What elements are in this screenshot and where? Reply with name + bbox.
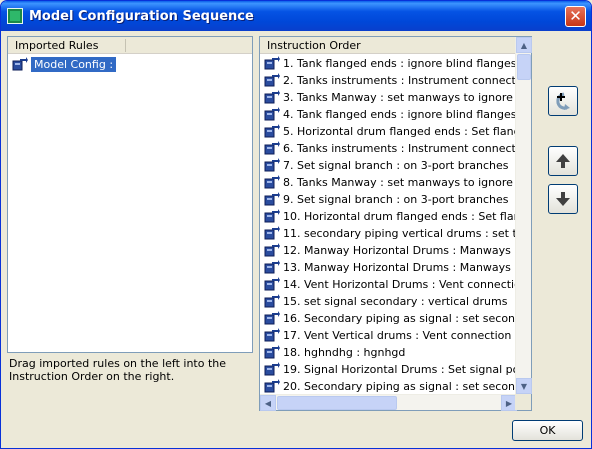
instruction-order-header-label: Instruction Order bbox=[267, 39, 361, 52]
arrow-down-icon bbox=[556, 192, 570, 206]
column-separator bbox=[125, 39, 126, 52]
rule-icon bbox=[264, 90, 280, 104]
window-title: Model Configuration Sequence bbox=[29, 8, 254, 24]
rule-icon bbox=[264, 192, 280, 206]
instruction-label: 15. set signal secondary : vertical drum… bbox=[283, 295, 508, 308]
instruction-list-item[interactable]: 2. Tanks instruments : Instrument connec… bbox=[260, 72, 517, 89]
instruction-list-item[interactable]: 1. Tank flanged ends : ignore blind flan… bbox=[260, 55, 517, 72]
instruction-list-item[interactable]: 19. Signal Horizontal Drums : Set signal… bbox=[260, 361, 517, 378]
instruction-label: 5. Horizontal drum flanged ends : Set fl… bbox=[283, 125, 517, 138]
instruction-list-item[interactable]: 7. Set signal branch : on 3-port branche… bbox=[260, 157, 517, 174]
rule-icon bbox=[12, 57, 28, 71]
instruction-label: 9. Set signal branch : on 3-port branche… bbox=[283, 193, 509, 206]
scroll-left-button[interactable]: ◀ bbox=[260, 395, 276, 411]
instruction-label: 17. Vent Vertical drums : Vent connectio… bbox=[283, 329, 517, 342]
ok-button[interactable]: OK bbox=[512, 420, 583, 441]
horizontal-scroll-thumb[interactable] bbox=[277, 396, 397, 410]
instruction-list-item[interactable]: 20. Secondary piping as signal : set sec… bbox=[260, 378, 517, 394]
instruction-label: 6. Tanks instruments : Instrument connec… bbox=[283, 142, 517, 155]
rule-icon bbox=[264, 73, 280, 87]
imported-rules-header[interactable]: Imported Rules bbox=[8, 37, 252, 54]
imported-rule-label: Model Config : bbox=[31, 57, 117, 72]
drag-hint-text: Drag imported rules on the left into the… bbox=[9, 357, 227, 383]
scroll-down-button[interactable]: ▼ bbox=[516, 378, 532, 394]
rule-icon bbox=[264, 243, 280, 257]
title-bar[interactable]: Model Configuration Sequence ✕ bbox=[1, 1, 591, 31]
dialog-window: Model Configuration Sequence ✕ Imported … bbox=[0, 0, 592, 449]
instruction-list-item[interactable]: 15. set signal secondary : vertical drum… bbox=[260, 293, 517, 310]
instruction-label: 8. Tanks Manway : set manways to ignore bbox=[283, 176, 513, 189]
add-rule-icon bbox=[556, 92, 570, 110]
rule-icon bbox=[264, 124, 280, 138]
vertical-scroll-thumb[interactable] bbox=[517, 54, 531, 80]
rule-icon bbox=[264, 141, 280, 155]
instruction-order-header[interactable]: Instruction Order bbox=[260, 37, 515, 54]
instruction-list-item[interactable]: 8. Tanks Manway : set manways to ignore bbox=[260, 174, 517, 191]
instruction-list-item[interactable]: 16. Secondary piping as signal : set sec… bbox=[260, 310, 517, 327]
instruction-list-item[interactable]: 13. Manway Horizontal Drums : Manways ar… bbox=[260, 259, 517, 276]
instruction-label: 3. Tanks Manway : set manways to ignore bbox=[283, 91, 513, 104]
rule-icon bbox=[264, 158, 280, 172]
rule-icon bbox=[264, 175, 280, 189]
move-down-button[interactable] bbox=[548, 184, 578, 214]
rule-icon bbox=[264, 345, 280, 359]
rule-icon bbox=[264, 379, 280, 393]
instruction-label: 16. Secondary piping as signal : set sec… bbox=[283, 312, 517, 325]
add-rule-button[interactable] bbox=[548, 86, 578, 116]
rule-icon bbox=[264, 107, 280, 121]
instruction-label: 1. Tank flanged ends : ignore blind flan… bbox=[283, 57, 517, 70]
imported-rule-item[interactable]: Model Config : bbox=[12, 56, 117, 73]
instruction-list-item[interactable]: 9. Set signal branch : on 3-port branche… bbox=[260, 191, 517, 208]
vertical-scrollbar[interactable]: ▲ ▼ bbox=[515, 37, 532, 394]
rule-icon bbox=[264, 294, 280, 308]
app-icon bbox=[7, 8, 23, 24]
rule-icon bbox=[264, 328, 280, 342]
instruction-label: 2. Tanks instruments : Instrument connec… bbox=[283, 74, 517, 87]
instruction-list-item[interactable]: 11. secondary piping vertical drums : se… bbox=[260, 225, 517, 242]
instruction-label: 20. Secondary piping as signal : set sec… bbox=[283, 380, 517, 393]
instruction-label: 19. Signal Horizontal Drums : Set signal… bbox=[283, 363, 517, 376]
scroll-up-button[interactable]: ▲ bbox=[516, 37, 532, 53]
rule-icon bbox=[264, 226, 280, 240]
scroll-corner bbox=[515, 394, 531, 410]
instruction-list-item[interactable]: 10. Horizontal drum flanged ends : Set f… bbox=[260, 208, 517, 225]
instruction-list[interactable]: 1. Tank flanged ends : ignore blind flan… bbox=[260, 55, 517, 394]
instruction-label: 4. Tank flanged ends : ignore blind flan… bbox=[283, 108, 517, 121]
rule-icon bbox=[264, 277, 280, 291]
close-button[interactable]: ✕ bbox=[565, 6, 586, 27]
instruction-label: 18. hghndhg : hgnhgd bbox=[283, 346, 406, 359]
instruction-list-item[interactable]: 4. Tank flanged ends : ignore blind flan… bbox=[260, 106, 517, 123]
instruction-list-item[interactable]: 18. hghndhg : hgnhgd bbox=[260, 344, 517, 361]
instruction-list-item[interactable]: 12. Manway Horizontal Drums : Manways ar… bbox=[260, 242, 517, 259]
rule-icon bbox=[264, 311, 280, 325]
instruction-list-item[interactable]: 5. Horizontal drum flanged ends : Set fl… bbox=[260, 123, 517, 140]
instruction-label: 14. Vent Horizontal Drums : Vent connect… bbox=[283, 278, 517, 291]
rule-icon bbox=[264, 260, 280, 274]
imported-rules-header-label: Imported Rules bbox=[15, 39, 99, 52]
imported-rules-panel: Imported Rules Model Config : bbox=[7, 36, 253, 353]
instruction-list-item[interactable]: 6. Tanks instruments : Instrument connec… bbox=[260, 140, 517, 157]
arrow-up-icon bbox=[556, 154, 570, 168]
instruction-order-panel: Instruction Order 1. Tank flanged ends :… bbox=[259, 36, 532, 411]
instruction-label: 7. Set signal branch : on 3-port branche… bbox=[283, 159, 509, 172]
instruction-list-item[interactable]: 14. Vent Horizontal Drums : Vent connect… bbox=[260, 276, 517, 293]
rule-icon bbox=[264, 209, 280, 223]
instruction-label: 13. Manway Horizontal Drums : Manways ar… bbox=[283, 261, 517, 274]
instruction-label: 11. secondary piping vertical drums : se… bbox=[283, 227, 517, 240]
rule-icon bbox=[264, 362, 280, 376]
move-up-button[interactable] bbox=[548, 146, 578, 176]
instruction-list-item[interactable]: 17. Vent Vertical drums : Vent connectio… bbox=[260, 327, 517, 344]
instruction-list-item[interactable]: 3. Tanks Manway : set manways to ignore bbox=[260, 89, 517, 106]
instruction-label: 10. Horizontal drum flanged ends : Set f… bbox=[283, 210, 517, 223]
horizontal-scrollbar[interactable]: ◀ ▶ bbox=[260, 394, 517, 411]
rule-icon bbox=[264, 56, 280, 70]
instruction-label: 12. Manway Horizontal Drums : Manways ar… bbox=[283, 244, 517, 257]
